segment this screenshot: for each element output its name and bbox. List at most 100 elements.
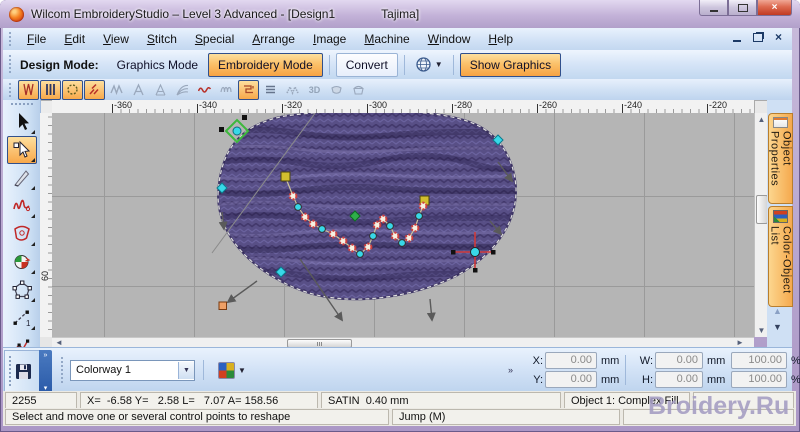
scroll-right-icon[interactable]: ►	[735, 338, 745, 347]
ruler-label: -320	[284, 100, 303, 110]
separator	[328, 54, 330, 75]
trapunto-icon[interactable]	[326, 80, 347, 100]
toolbox: 1 1	[3, 100, 41, 358]
hatch-fill-icon[interactable]	[282, 80, 303, 100]
toolbar-overflow-strip[interactable]: » ▾	[39, 350, 52, 394]
horizontal-ruler: -360 -340 -320 -300 -280 -260 -240 -220	[52, 100, 754, 114]
minimize-button[interactable]	[699, 0, 728, 16]
colorway-select[interactable]: Colorway 1 ▼	[70, 359, 195, 381]
overflow-chevron-icon[interactable]: »	[44, 352, 48, 359]
y-field[interactable]: 0.00	[545, 371, 598, 388]
satin-stitch-icon[interactable]	[18, 79, 39, 100]
prompt-hint: Select and move one or several control p…	[5, 409, 389, 425]
ruler-label: -240	[624, 100, 643, 110]
toolbar-grip[interactable]	[10, 102, 33, 106]
graphics-mode-button[interactable]: Graphics Mode	[107, 53, 208, 77]
mdi-restore-button[interactable]	[752, 32, 763, 42]
toolbar-grip[interactable]	[8, 355, 12, 387]
stitch-count: 2255	[5, 392, 77, 409]
machine-format: Tajima]	[381, 7, 420, 21]
toolbar-grip[interactable]	[8, 31, 13, 47]
menu-view[interactable]: View	[94, 29, 138, 49]
wave-fill-icon[interactable]	[194, 80, 215, 100]
hoop-globe-button[interactable]: ▼	[411, 54, 447, 75]
mdi-minimize-button[interactable]	[732, 40, 741, 42]
y-scale-percent: %	[791, 373, 800, 386]
docked-panel-tabs: Object Properties Color-Object List ▲ ▼	[767, 100, 793, 347]
vertical-scrollbar[interactable]: ▲ ▼	[754, 113, 768, 337]
loop-stitch-icon[interactable]	[216, 80, 237, 100]
title-bar[interactable]: Wilcom EmbroideryStudio – Level 3 Advanc…	[0, 0, 800, 28]
menu-file[interactable]: File	[18, 29, 55, 49]
h-label: H:	[642, 373, 654, 386]
tab-object-properties[interactable]: Object Properties	[768, 113, 793, 204]
star-polygon-tool[interactable]	[7, 276, 37, 304]
step-fill-icon[interactable]	[128, 80, 149, 100]
x-scale-percent: %	[791, 354, 800, 367]
program-split-icon[interactable]	[260, 80, 281, 100]
applique-fill-icon[interactable]	[150, 80, 171, 100]
menu-stitch[interactable]: Stitch	[138, 29, 186, 49]
x-field[interactable]: 0.00	[545, 352, 598, 369]
menu-window[interactable]: Window	[419, 29, 480, 49]
save-floppy-icon[interactable]	[15, 363, 32, 380]
colorway-dropdown-button[interactable]: ▼	[178, 361, 194, 379]
scroll-left-icon[interactable]: ◄	[54, 338, 64, 347]
palette-dropdown-icon[interactable]: ▼	[238, 366, 246, 375]
freehand-embroidery-tool[interactable]	[7, 192, 37, 220]
menu-special[interactable]: Special	[186, 29, 243, 49]
motif-fill-icon[interactable]	[62, 79, 83, 100]
complex-fill-object[interactable]	[212, 113, 537, 301]
select-object-tool[interactable]	[7, 108, 37, 136]
stipple-fill-icon[interactable]	[238, 79, 259, 100]
menu-image[interactable]: Image	[304, 29, 355, 49]
y-label: Y:	[533, 373, 544, 386]
closed-object-tool[interactable]	[7, 220, 37, 248]
h-field[interactable]: 0.00	[655, 371, 704, 388]
3d-label: 3D	[308, 84, 321, 95]
toolbar-grip[interactable]	[8, 82, 13, 97]
close-button[interactable]: ×	[757, 0, 792, 16]
design-canvas[interactable]	[52, 113, 754, 337]
tatami-fill-icon[interactable]	[40, 79, 61, 100]
tab-color-object-list[interactable]: Color-Object List	[768, 206, 793, 307]
docked-mini-toolbar	[4, 350, 41, 392]
globe-icon	[416, 57, 431, 72]
convert-button[interactable]: Convert	[335, 52, 398, 77]
scroll-corner	[40, 337, 52, 347]
reshape-object-tool[interactable]	[6, 136, 37, 164]
colorway-value: Colorway 1	[76, 364, 132, 376]
x-unit: mm	[601, 354, 620, 367]
color-blending-tool[interactable]	[7, 248, 37, 276]
dropdown-caret-icon: ▼	[434, 60, 443, 69]
mdi-close-button[interactable]: ×	[775, 31, 782, 43]
embroidery-mode-button[interactable]: Embroidery Mode	[208, 52, 323, 77]
document-name: [Design1	[287, 7, 336, 21]
3d-warp-icon[interactable]: 3D	[304, 80, 325, 100]
fancy-fill-icon[interactable]	[84, 79, 105, 100]
toolbar-grip[interactable]	[60, 356, 65, 384]
color-palette-icon[interactable]	[218, 361, 235, 379]
overflow-chevron-icon[interactable]: »	[508, 365, 513, 375]
menu-edit[interactable]: Edit	[55, 29, 94, 49]
menu-arrange[interactable]: Arrange	[243, 29, 304, 49]
x-scale-field[interactable]: 100.00	[731, 352, 788, 369]
show-graphics-button[interactable]: Show Graphics	[459, 52, 562, 77]
watermark: Broidery.Ru	[648, 392, 790, 420]
ruler-label: -300	[369, 100, 388, 110]
panel-up-icon[interactable]: ▲	[773, 306, 782, 316]
w-unit: mm	[707, 354, 726, 367]
restore-button[interactable]	[728, 0, 757, 16]
basket-weave-icon[interactable]	[348, 80, 369, 100]
y-scale-field[interactable]: 100.00	[731, 371, 788, 388]
menu-help[interactable]: Help	[479, 29, 522, 49]
panel-down-icon[interactable]: ▼	[773, 322, 782, 332]
run-stitch-tool[interactable]: 1	[7, 304, 37, 332]
toolbar-grip[interactable]	[8, 54, 13, 75]
contour-stitch-icon[interactable]	[172, 80, 193, 100]
zigzag-stitch-icon[interactable]	[106, 80, 127, 100]
w-field[interactable]: 0.00	[655, 352, 704, 369]
menu-machine[interactable]: Machine	[355, 29, 418, 49]
knife-tool[interactable]	[7, 164, 37, 192]
control-point-orange-square[interactable]	[218, 301, 227, 310]
